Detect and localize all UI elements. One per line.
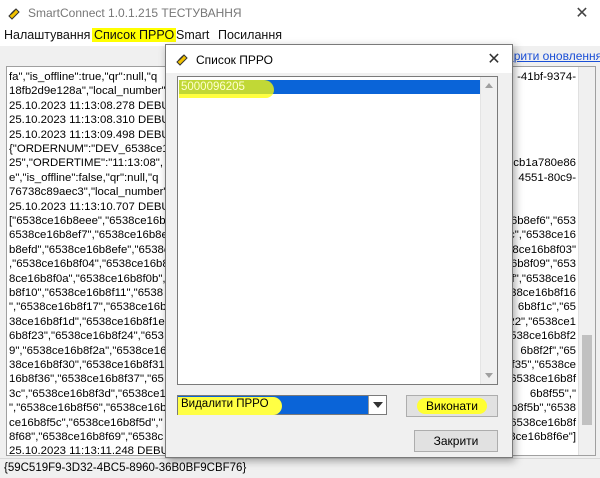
log-line: {"ORDERNUM":"DEV_6538ce15 [9, 143, 175, 155]
log-line: 18fb2d9e128a","local_number": [9, 85, 169, 98]
log-line: 16b8f36","6538ce16b8f37","65 [9, 373, 164, 386]
log-line: 9","6538ce16b8f2a","6538ce16 [9, 344, 167, 357]
log-scrollbar[interactable] [578, 67, 595, 455]
log-line-tail: -41bf-9374- [517, 71, 576, 83]
link-icon [176, 54, 188, 66]
dialog-titlebar: Список ПРРО ✕ [166, 45, 512, 73]
log-scrollbar-thumb[interactable] [582, 335, 592, 425]
scroll-up-icon[interactable] [485, 83, 493, 88]
menu-smart[interactable]: Smart [176, 28, 209, 42]
log-line: 25","ORDERTIME":"11:13:08", [9, 157, 164, 170]
dropdown-button[interactable] [368, 396, 386, 414]
log-line-tail: 0f","6538ce16 [505, 272, 576, 285]
log-line: 6b8f23","6538ce16b8f24","653 [9, 330, 164, 343]
status-bar: {59C519F9-3D32-4BC5-8960-36B0BF9CBF76} [0, 458, 600, 478]
log-line-tail: 38ce16b8f6e"] [502, 431, 576, 443]
menu-prro-list[interactable]: Список ПРРО [92, 28, 177, 42]
window-title: SmartConnect 1.0.1.215 ТЕСТУВАННЯ [28, 6, 242, 20]
log-line-tail: "6538ce16b8f [506, 416, 576, 429]
prro-number: 5000096205 [181, 81, 245, 93]
status-guid: {59C519F9-3D32-4BC5-8960-36B0BF9CBF76} [4, 462, 247, 474]
log-line: 8ce16b8f0a","6538ce16b8f0b", [9, 272, 166, 285]
list-item[interactable]: 5000096205 [179, 80, 495, 98]
log-line: 25.10.2023 11:13:08.310 DEBU [9, 114, 170, 127]
log-line-tail: 6b8f1c","65 [517, 301, 576, 314]
execute-button-label: Виконати [425, 399, 478, 413]
log-line-tail: 6b8f55"," [529, 387, 576, 400]
log-line-tail: "6538ce16b8f [506, 373, 576, 386]
link-icon [8, 8, 20, 20]
log-line: ce16b8f5c","6538ce16b8f5d"," [9, 416, 163, 429]
chevron-down-icon [373, 402, 383, 408]
log-line: b8efd","6538ce16b8efe","6538c [9, 243, 170, 256]
log-line: ,"6538ce16b8f04","6538ce16b8 [9, 258, 169, 271]
log-line-tail: f22","6538ce1 [505, 315, 576, 328]
log-line-tail: 4551-80c9- [518, 171, 576, 184]
log-line: ","6538ce16b8f56","6538ce16b8f [9, 402, 176, 415]
log-line: 25.10.2023 11:13:10.707 DEBU [9, 200, 170, 213]
log-line: 38ce16b8f1d","6538ce16b8f1e" [9, 315, 169, 328]
log-line: 25.10.2023 11:13:09.498 DEBU [9, 128, 170, 141]
log-line: b8f10","6538ce16b8f11","6538 [9, 287, 164, 299]
log-line-tail: f35","6538ce [511, 359, 576, 371]
log-line: 38ce16b8f30","6538ce16b8f31" [9, 359, 169, 371]
log-line: ","6538ce16b8f17","6538ce16b [9, 301, 167, 314]
menu-settings[interactable]: Налаштування [4, 28, 90, 42]
log-line: 6538ce16b8ef7","6538ce16b8ef8", [9, 229, 185, 242]
prro-list-dialog: Список ПРРО ✕ 5000096205 Видалити ПРРО В… [165, 44, 513, 458]
window-close-button[interactable]: ✕ [572, 3, 592, 23]
log-line-tail: 6b8f09","653 [510, 258, 576, 271]
menubar: Налаштування Список ПРРО Smart Посилання [0, 26, 600, 46]
log-line: 8f68","6538ce16b8f69","6538c [9, 431, 164, 443]
execute-button[interactable]: Виконати [406, 395, 498, 417]
scroll-down-icon[interactable] [485, 373, 493, 378]
list-scrollbar[interactable] [480, 77, 497, 384]
log-line-tail: c","6538ce16 [509, 229, 576, 242]
menu-links[interactable]: Посилання [218, 28, 282, 42]
log-line-tail: 6b8f2f","65 [520, 344, 576, 357]
log-line: e","is_offline":false,"qr":null,"q [9, 171, 159, 184]
dialog-close-button[interactable]: ✕ [484, 49, 504, 69]
action-select[interactable]: Видалити ПРРО [177, 395, 387, 415]
log-line-tail: 6b8ef6","653 [510, 215, 576, 227]
log-line: 76738c89aec3","local_number": [9, 186, 171, 199]
log-line: 25.10.2023 11:13:11.248 DEBU [9, 445, 169, 456]
action-select-value: Видалити ПРРО [181, 398, 269, 410]
window-titlebar: SmartConnect 1.0.1.215 ТЕСТУВАННЯ ✕ [0, 0, 600, 26]
log-line: 25.10.2023 11:13:08.278 DEBU [9, 99, 170, 112]
log-line: ["6538ce16b8eee","6538ce16b [9, 215, 166, 227]
check-updates-link[interactable]: евірити оновлення [498, 49, 600, 63]
log-line: 3c","6538ce16b8f3d","6538ce1 [9, 387, 166, 400]
log-line-tail: 6b8f5b","6538 [504, 402, 576, 415]
dialog-title: Список ПРРО [196, 53, 273, 67]
log-line: fa","is_offline":true,"qr":null,"q [9, 71, 158, 83]
log-line-tail: 0cb1a780e86 [506, 157, 576, 170]
close-button[interactable]: Закрити [414, 430, 498, 452]
prro-listbox[interactable]: 5000096205 [177, 76, 498, 385]
